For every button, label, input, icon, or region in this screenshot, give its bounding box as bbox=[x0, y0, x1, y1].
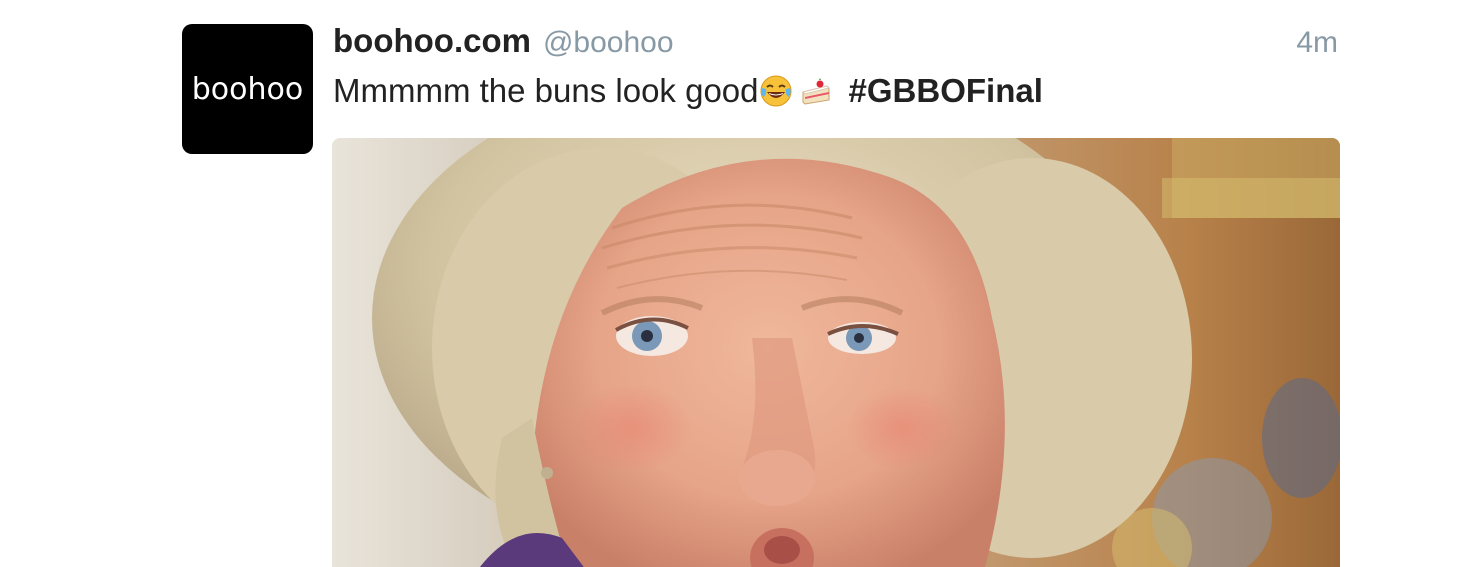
tweet[interactable]: boohoo boohoo.com @boohoo 4m Mmmmm the b… bbox=[0, 0, 1465, 567]
shortcake-icon bbox=[799, 74, 833, 108]
avatar[interactable]: boohoo bbox=[182, 24, 313, 154]
tweet-header: boohoo.com @boohoo bbox=[333, 22, 674, 62]
hashtag-link[interactable]: #GBBOFinal bbox=[849, 72, 1043, 110]
user-handle[interactable]: @boohoo bbox=[543, 26, 674, 60]
timestamp[interactable]: 4m bbox=[1296, 26, 1338, 60]
avatar-logo-text: boohoo bbox=[191, 71, 304, 107]
tweet-photo[interactable] bbox=[332, 138, 1340, 567]
face-with-tears-of-joy-icon bbox=[759, 74, 793, 108]
tweet-body: Mmmmm the buns look good bbox=[333, 72, 759, 109]
display-name[interactable]: boohoo.com bbox=[333, 22, 531, 60]
tweet-text: Mmmmm the buns look good #GBBOFinal bbox=[333, 72, 1043, 110]
photo-woman-face bbox=[332, 138, 1340, 567]
